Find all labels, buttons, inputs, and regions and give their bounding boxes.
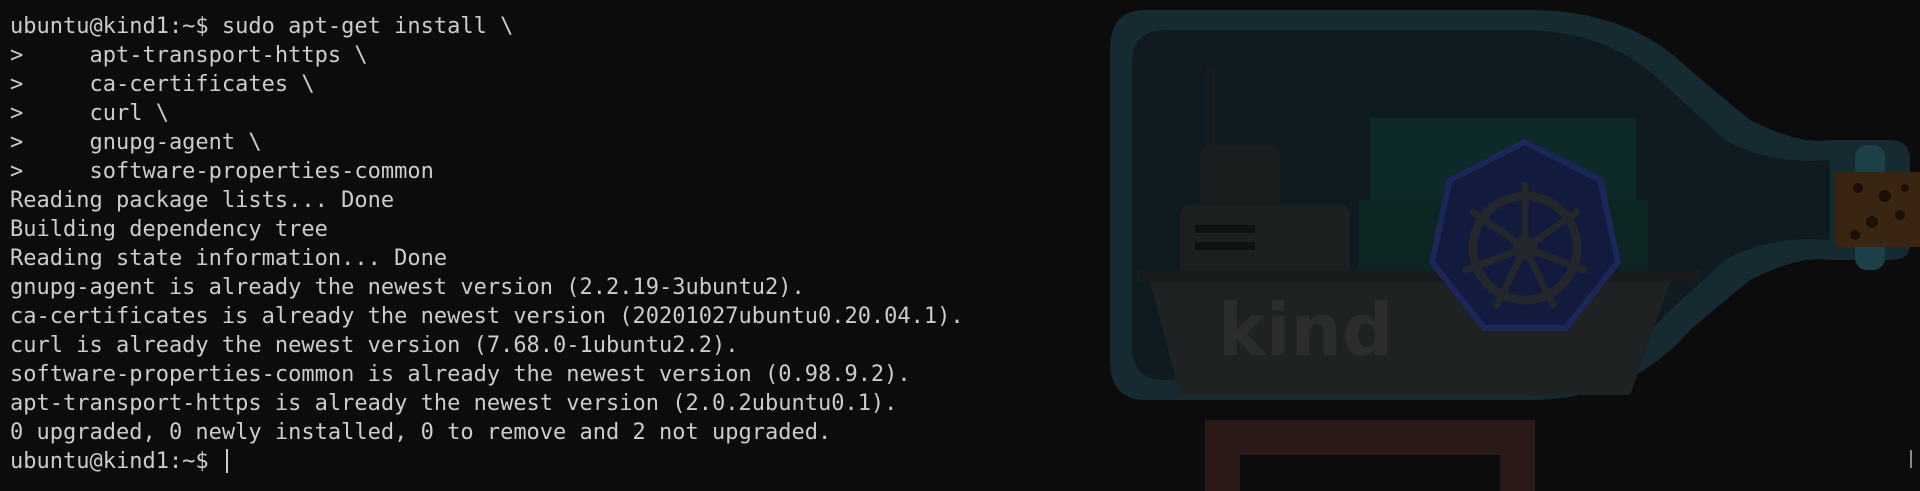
terminal-output: ubuntu@kind1:~$ sudo apt-get install \ > …: [10, 12, 964, 476]
scrollbar-thumb[interactable]: [1910, 450, 1912, 468]
terminal-line: curl is already the newest version (7.68…: [10, 333, 739, 358]
terminal-line: gnupg-agent is already the newest versio…: [10, 275, 805, 300]
kind-logo-text: kind: [1218, 288, 1393, 372]
terminal-line: ca-certificates is already the newest ve…: [10, 304, 964, 329]
terminal-line: ubuntu@kind1:~$ sudo apt-get install \: [10, 14, 514, 39]
terminal-line: 0 upgraded, 0 newly installed, 0 to remo…: [10, 420, 832, 445]
text-cursor: [225, 449, 228, 473]
terminal-line: > software-properties-common: [10, 159, 434, 184]
terminal-line: > curl \: [10, 101, 169, 126]
terminal-line: apt-transport-https is already the newes…: [10, 391, 898, 416]
terminal-window[interactable]: kind ubuntu@kind1:~$ sudo apt-get instal…: [0, 0, 1920, 491]
prompt-line[interactable]: ubuntu@kind1:~$: [10, 447, 964, 476]
terminal-line: > ca-certificates \: [10, 72, 315, 97]
shell-prompt: ubuntu@kind1:~$: [10, 449, 222, 474]
terminal-line: software-properties-common is already th…: [10, 362, 911, 387]
terminal-line: Reading state information... Done: [10, 246, 448, 271]
kind-bottle-logo: kind: [1110, 10, 1920, 491]
terminal-line: > apt-transport-https \: [10, 43, 368, 68]
terminal-line: Building dependency tree: [10, 217, 328, 242]
terminal-line: Reading package lists... Done: [10, 188, 395, 213]
terminal-line: > gnupg-agent \: [10, 130, 262, 155]
